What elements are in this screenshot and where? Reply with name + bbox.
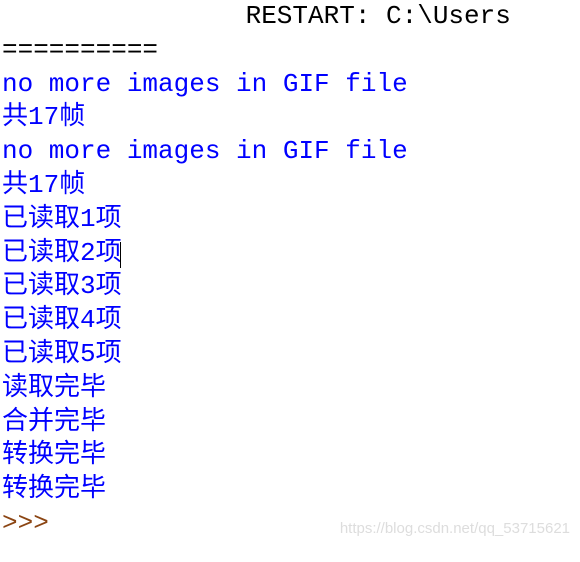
output-line: 读取完毕 [0, 372, 580, 406]
separator-line: ========== [0, 34, 580, 68]
output-line: 已读取2项 [0, 237, 580, 271]
output-line: 共17帧 [0, 169, 580, 203]
output-line: 已读取4项 [0, 304, 580, 338]
output-line: 共17帧 [0, 101, 580, 135]
watermark: https://blog.csdn.net/qq_53715621 [340, 519, 570, 539]
output-line: 转换完毕 [0, 473, 580, 507]
output-line: no more images in GIF file [0, 68, 580, 102]
text-cursor [120, 242, 121, 268]
output-line: 合并完毕 [0, 406, 580, 440]
python-console: RESTART: C:\Users ========== no more ima… [0, 0, 580, 541]
output-line: 已读取1项 [0, 203, 580, 237]
output-line: 已读取5项 [0, 338, 580, 372]
output-line: 转换完毕 [0, 439, 580, 473]
output-line: 已读取3项 [0, 270, 580, 304]
restart-header: RESTART: C:\Users [0, 0, 580, 34]
output-line: no more images in GIF file [0, 135, 580, 169]
